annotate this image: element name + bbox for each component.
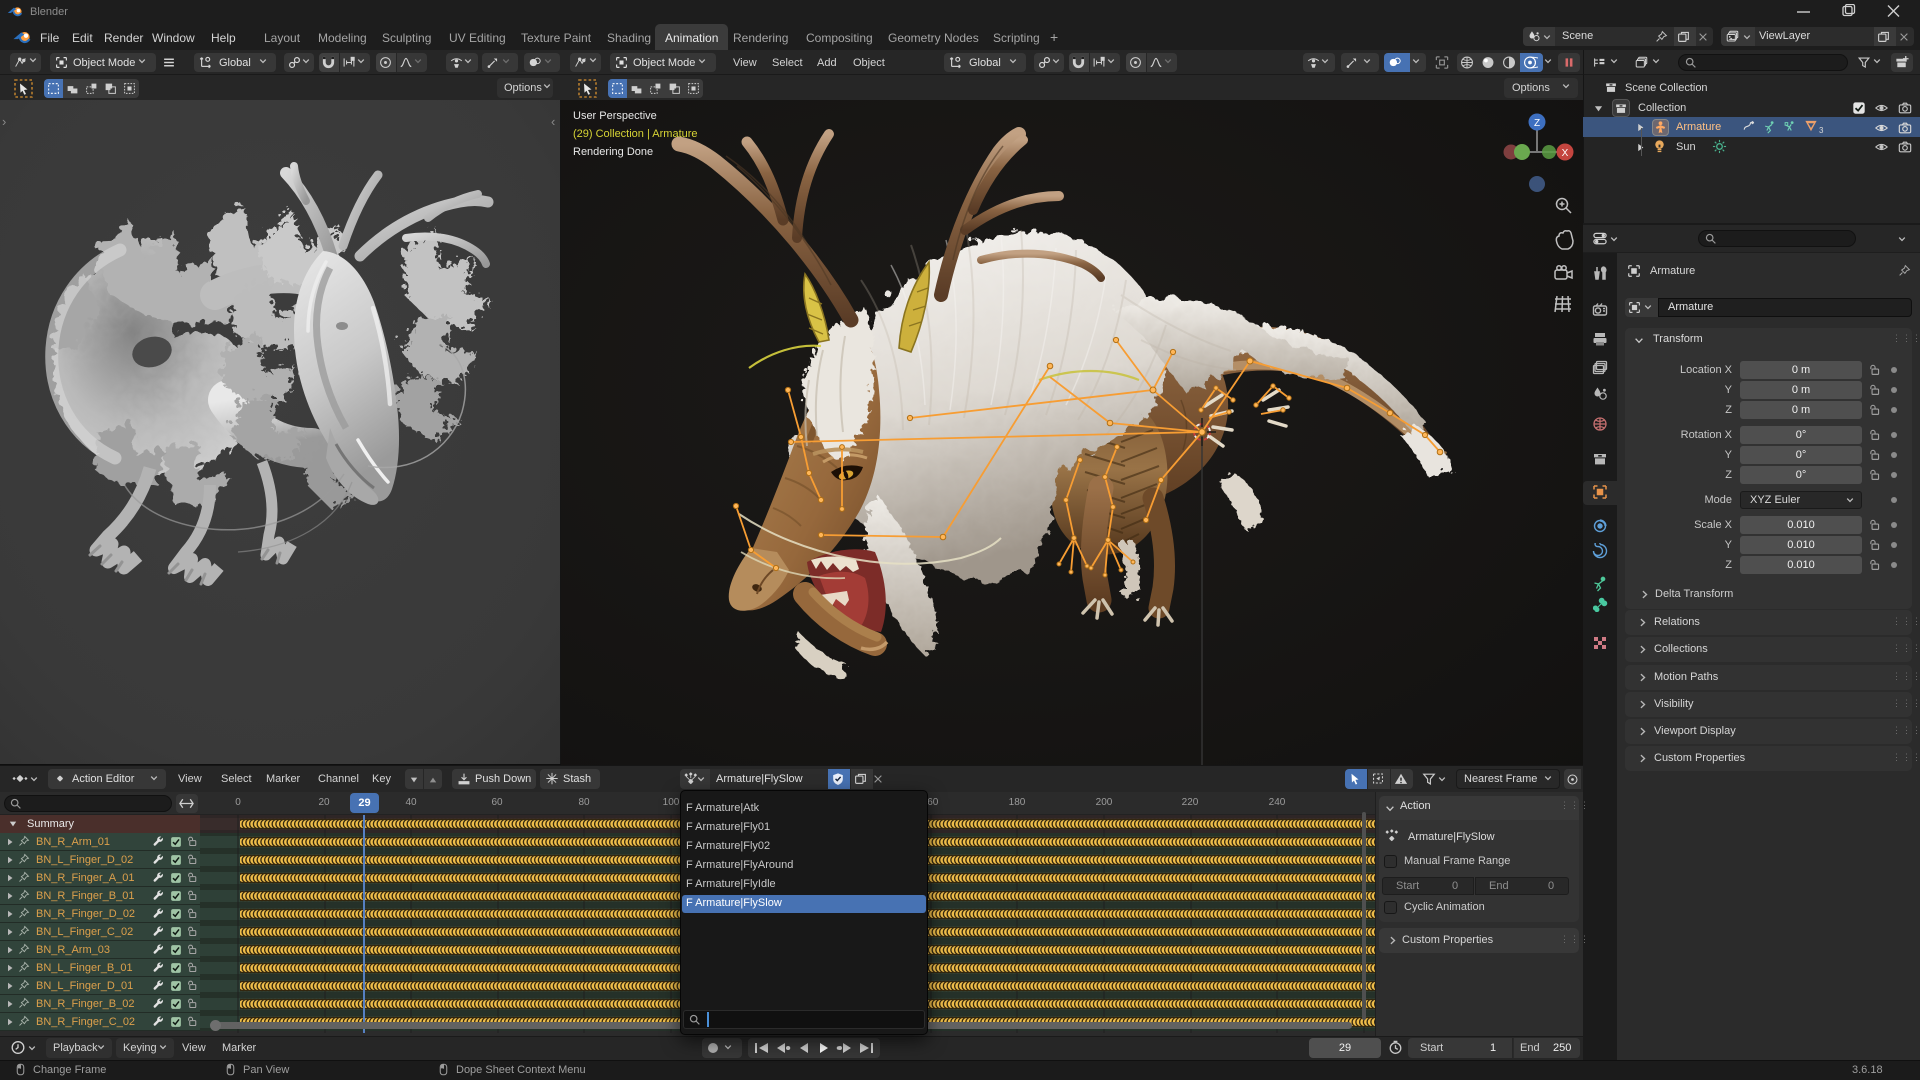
svg-text:Z: Z bbox=[1534, 118, 1540, 129]
svg-text:X: X bbox=[1562, 148, 1569, 159]
